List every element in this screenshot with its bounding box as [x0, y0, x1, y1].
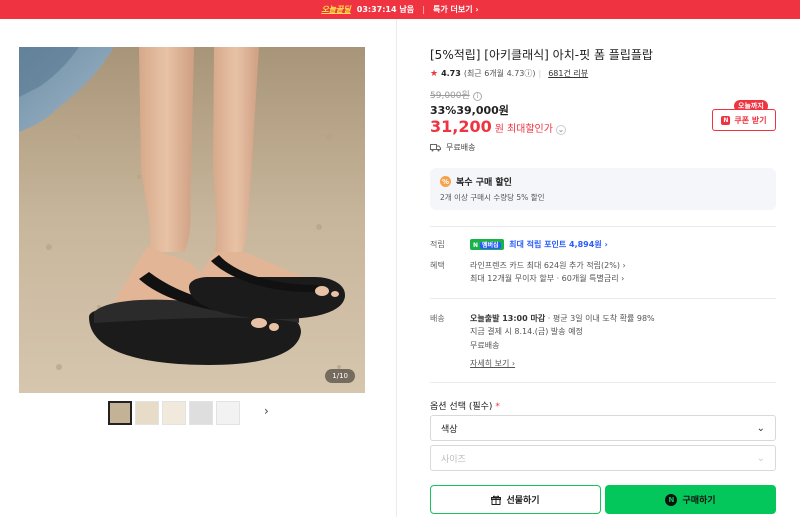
thumbnail-2[interactable]: [135, 401, 159, 425]
gift-icon: [491, 495, 502, 505]
product-title: [5%적립] [아키클래식] 아치-핏 폼 플립플랍: [430, 48, 653, 62]
delivery-label: 배송: [430, 314, 445, 323]
today-ship-cutoff: 오늘출발 13:00 마감: [470, 314, 546, 323]
max-discount-row[interactable]: 31,200 원 최대할인가 ⌄: [430, 117, 566, 136]
product-main-image[interactable]: 1/10: [19, 47, 365, 393]
review-count-link[interactable]: 681건 리뷰: [548, 68, 588, 79]
truck-icon: [430, 143, 441, 151]
thumbnail-3[interactable]: [162, 401, 186, 425]
gift-button[interactable]: 선물하기: [430, 485, 601, 514]
thumbnail-strip: [108, 401, 240, 425]
chevron-down-icon: ⌄: [756, 452, 765, 464]
benefit-label: 혜택: [430, 261, 445, 270]
rating-detail[interactable]: (최근 6개월 4.73ⓘ): [464, 68, 536, 79]
shipping-row: 무료배송: [430, 142, 475, 153]
deal-timer: 03:37:14 남음: [356, 5, 415, 14]
deal-brand: 오늘끝딜: [321, 5, 351, 14]
buy-button[interactable]: N 구매하기: [605, 485, 776, 514]
original-price: 59,000원: [430, 91, 470, 101]
buy-button-label: 구매하기: [682, 496, 716, 506]
discount-icon: %: [440, 176, 451, 187]
star-icon: ★: [430, 68, 439, 79]
multi-discount-title: 복수 구매 할인: [456, 178, 512, 188]
chevron-down-icon[interactable]: ⌄: [555, 124, 566, 135]
color-select-placeholder: 색상: [441, 424, 458, 435]
naver-n-icon: N: [721, 115, 731, 125]
chevron-right-icon[interactable]: ›: [264, 404, 269, 418]
coupon-button-label: 쿠폰 받기: [734, 115, 767, 125]
required-mark: *: [495, 402, 500, 412]
divider: [430, 298, 776, 299]
delivery-line-1: 오늘출발 13:00 마감 · 평균 3일 이내 도착 확률 98%: [470, 313, 655, 324]
shipping-text: 무료배송: [446, 143, 476, 152]
max-discount-price: 31,200: [430, 117, 492, 136]
thumbnail-4[interactable]: [189, 401, 213, 425]
rating-score: 4.73: [441, 69, 461, 78]
rating-row: ★ 4.73 (최근 6개월 4.73ⓘ) | 681건 리뷰: [430, 68, 588, 79]
size-select[interactable]: 사이즈 ⌄: [430, 445, 776, 471]
points-row[interactable]: N 멤버십 최대 적립 포인트 4,894원 ›: [470, 239, 608, 250]
discount-price: 33%39,000원: [430, 104, 509, 117]
original-price-row: 59,000원 i: [430, 88, 482, 101]
info-icon[interactable]: i: [472, 92, 482, 101]
benefit-installment-link[interactable]: 최대 12개월 무이자 할부 · 60개월 특별금리 ›: [470, 273, 624, 284]
npay-membership-badge: N 멤버십: [470, 239, 504, 250]
gift-button-label: 선물하기: [506, 496, 540, 506]
thumbnail-5[interactable]: [216, 401, 240, 425]
coupon-button[interactable]: N 쿠폰 받기: [712, 109, 776, 131]
thumbnail-1[interactable]: [108, 401, 132, 425]
benefit-card-link[interactable]: 라인프렌즈 카드 최대 624원 추가 적립(2%) ›: [470, 260, 626, 271]
delivery-more-link[interactable]: 자세히 보기 ›: [470, 358, 515, 369]
delivery-line-2: 지금 결제 시 8.14.(금) 발송 예정: [470, 327, 583, 336]
color-select[interactable]: 색상 ⌄: [430, 415, 776, 441]
option-select-label: 옵션 선택 (필수) *: [430, 402, 500, 412]
deal-more-link[interactable]: 특가 더보기 ›: [433, 4, 479, 15]
max-discount-label: 최대할인가: [506, 124, 553, 135]
max-price-unit: 원: [494, 124, 504, 135]
column-divider: [396, 19, 397, 517]
multi-purchase-discount-box: % 복수 구매 할인 2개 이상 구매시 수량당 5% 할인: [430, 168, 776, 210]
max-points-link[interactable]: 최대 적립 포인트 4,894원 ›: [509, 240, 608, 249]
naver-pay-icon: N: [665, 493, 678, 506]
size-select-placeholder: 사이즈: [441, 454, 466, 465]
points-label: 적립: [430, 240, 445, 249]
chevron-down-icon: ⌄: [756, 422, 765, 434]
rating-separator: |: [538, 69, 542, 78]
multi-discount-sub: 2개 이상 구매시 수량당 5% 할인: [440, 193, 545, 202]
divider: [430, 226, 776, 227]
top-deal-banner[interactable]: 오늘끝딜 03:37:14 남음 | 특가 더보기 ›: [0, 0, 800, 19]
arrival-probability: · 평균 3일 이내 도착 확률 98%: [547, 314, 655, 323]
sandals-photo-illustration: [19, 47, 365, 393]
delivery-line-3: 무료배송: [470, 341, 500, 350]
image-counter: 1/10: [325, 369, 355, 383]
divider: [430, 382, 776, 383]
banner-separator: |: [422, 5, 425, 14]
